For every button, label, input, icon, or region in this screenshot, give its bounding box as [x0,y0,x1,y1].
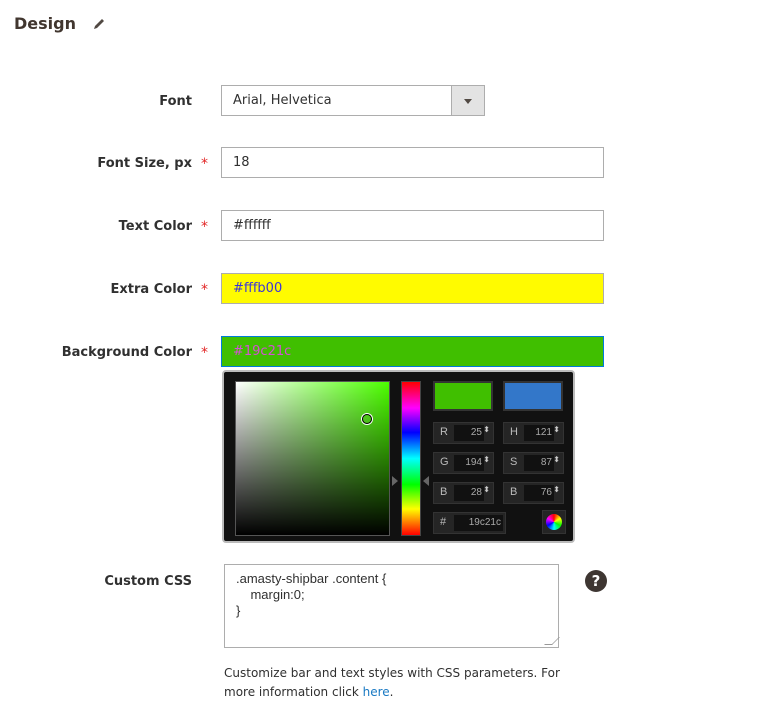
green-field[interactable]: G 194 ⬍ [433,452,494,474]
hex-value[interactable]: 19c21c [454,515,503,531]
spinner-icon[interactable]: ⬍ [483,456,490,464]
chevron-down-icon[interactable] [451,86,484,115]
blue-value[interactable]: 28 [454,485,484,501]
color-wheel-button[interactable] [542,510,566,534]
custom-css-note: Customize bar and text styles with CSS p… [224,666,560,699]
here-link[interactable]: here [363,685,390,699]
hue-field[interactable]: H 121 ⬍ [503,422,564,444]
text-color-input[interactable]: #ffffff [221,210,604,241]
font-label: Font [159,94,192,109]
color-picker: R 25 ⬍ H 121 ⬍ G 194 ⬍ S 87 ⬍ B 28 ⬍ B 76 ⬍ #19c21c [222,370,575,543]
font-size-input[interactable]: 18 [221,147,604,178]
extra-color-input[interactable]: #fffb00 [221,273,604,304]
new-color-swatch [433,381,493,411]
resize-handle[interactable] [544,637,560,645]
spinner-icon[interactable]: ⬍ [483,486,490,494]
brightness-field[interactable]: B 76 ⬍ [503,482,564,504]
blue-field[interactable]: B 28 ⬍ [433,482,494,504]
spinner-icon[interactable]: ⬍ [553,486,560,494]
saturation-value-area[interactable] [235,381,390,536]
hue-value[interactable]: 121 [524,425,554,441]
green-value[interactable]: 194 [454,455,484,471]
section-title: Design [14,14,106,33]
spinner-icon[interactable]: ⬍ [483,426,490,434]
background-color-label: Background Color [61,345,192,360]
current-color-swatch[interactable] [503,381,563,411]
red-value[interactable]: 25 [454,425,484,441]
custom-css-label: Custom CSS [104,574,192,589]
required-mark: * [201,219,208,235]
required-mark: * [201,345,208,361]
saturation-value[interactable]: 87 [524,455,554,471]
color-wheel-icon [546,514,562,530]
background-color-input[interactable]: #19c21c [221,336,604,367]
spinner-icon[interactable]: ⬍ [553,456,560,464]
font-select[interactable]: Arial, Helvetica [221,85,485,116]
hue-arrow-left-icon[interactable] [392,476,398,486]
custom-css-value: .amasty-shipbar .content { margin:0; } [236,571,387,618]
extra-color-label: Extra Color [110,282,192,297]
hex-field[interactable]: #19c21c [433,512,506,534]
required-mark: * [201,282,208,298]
font-select-value: Arial, Helvetica [233,93,332,108]
color-cursor[interactable] [362,414,372,424]
section-title-text: Design [14,14,76,33]
question-circle-icon[interactable]: ? [585,570,607,592]
red-field[interactable]: R 25 ⬍ [433,422,494,444]
custom-css-textarea[interactable]: .amasty-shipbar .content { margin:0; } [224,564,560,648]
pencil-icon[interactable] [92,17,106,31]
font-size-label: Font Size, px [97,156,192,171]
spinner-icon[interactable]: ⬍ [553,426,560,434]
hue-slider[interactable] [401,381,421,536]
required-mark: * [201,156,208,172]
text-color-label: Text Color [118,219,192,234]
hue-arrow-right-icon[interactable] [423,476,429,486]
saturation-field[interactable]: S 87 ⬍ [503,452,564,474]
brightness-value[interactable]: 76 [524,485,554,501]
